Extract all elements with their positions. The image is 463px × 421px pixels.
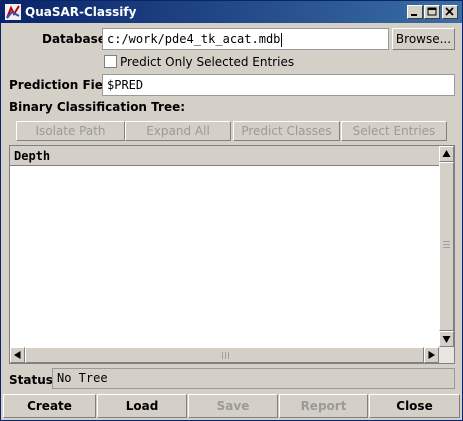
maximize-icon bbox=[427, 7, 437, 16]
prediction-field-input[interactable]: $PRED bbox=[102, 74, 455, 96]
down-arrow-icon bbox=[442, 336, 451, 343]
close-icon bbox=[445, 7, 454, 16]
browse-button[interactable]: Browse... bbox=[392, 28, 455, 50]
app-icon bbox=[5, 4, 21, 20]
expand-all-button[interactable]: Expand All bbox=[125, 121, 231, 141]
text-caret bbox=[281, 32, 283, 47]
prediction-field-value: $PRED bbox=[107, 78, 144, 92]
right-arrow-icon bbox=[428, 351, 435, 359]
grip-line bbox=[443, 244, 450, 245]
depth-column-label: Depth bbox=[14, 149, 51, 163]
predict-classes-button[interactable]: Predict Classes bbox=[233, 121, 340, 141]
tree-label: Binary Classification Tree: bbox=[9, 100, 186, 114]
vertical-scroll-thumb[interactable] bbox=[439, 162, 454, 331]
minimize-button[interactable] bbox=[407, 5, 423, 19]
window-title: QuaSAR-Classify bbox=[25, 5, 137, 19]
database-input[interactable]: c:/work/pde4_tk_acat.mdb bbox=[102, 28, 389, 50]
left-arrow-icon bbox=[14, 351, 21, 359]
predict-only-label: Predict Only Selected Entries bbox=[120, 55, 295, 69]
scroll-left-button[interactable] bbox=[10, 347, 25, 363]
scroll-right-button[interactable] bbox=[424, 347, 439, 363]
quasar-classify-window: QuaSAR-Classify Database: c:/work/pde4_t… bbox=[0, 0, 463, 421]
classification-tree-view[interactable]: Depth bbox=[9, 145, 455, 364]
predict-only-checkbox[interactable] bbox=[104, 55, 117, 68]
grip-line bbox=[225, 352, 226, 359]
select-entries-button[interactable]: Select Entries bbox=[341, 121, 447, 141]
grip-line bbox=[222, 352, 223, 359]
create-button[interactable]: Create bbox=[3, 394, 96, 418]
scroll-up-button[interactable] bbox=[439, 146, 454, 162]
up-arrow-icon bbox=[442, 150, 451, 157]
tree-column-header[interactable]: Depth bbox=[10, 146, 439, 166]
minimize-icon bbox=[411, 14, 417, 16]
maximize-button[interactable] bbox=[424, 5, 440, 19]
close-button[interactable]: Close bbox=[369, 394, 460, 418]
isolate-path-button[interactable]: Isolate Path bbox=[16, 121, 125, 141]
report-button[interactable]: Report bbox=[279, 394, 368, 418]
database-label: Database: bbox=[42, 32, 111, 46]
grip-line bbox=[228, 352, 229, 359]
vertical-scrollbar[interactable] bbox=[439, 146, 454, 347]
close-window-button[interactable] bbox=[442, 5, 458, 19]
status-value: No Tree bbox=[57, 371, 108, 385]
scroll-down-button[interactable] bbox=[439, 331, 454, 347]
status-label: Status: bbox=[9, 373, 58, 387]
database-value: c:/work/pde4_tk_acat.mdb bbox=[107, 32, 281, 46]
status-display: No Tree bbox=[52, 368, 455, 389]
load-button[interactable]: Load bbox=[97, 394, 187, 418]
save-button[interactable]: Save bbox=[188, 394, 278, 418]
grip-line bbox=[443, 241, 450, 242]
horizontal-scroll-thumb[interactable] bbox=[25, 347, 424, 363]
grip-line bbox=[443, 247, 450, 248]
horizontal-scrollbar[interactable] bbox=[10, 347, 454, 363]
title-bar[interactable]: QuaSAR-Classify bbox=[1, 1, 462, 23]
